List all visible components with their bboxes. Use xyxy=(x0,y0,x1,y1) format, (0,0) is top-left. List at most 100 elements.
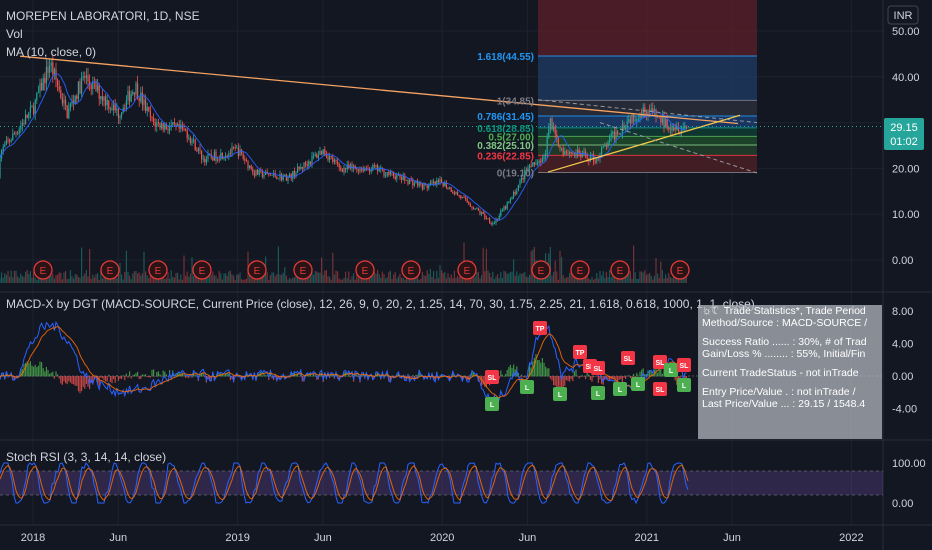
time-tick: Jun xyxy=(314,532,332,544)
candle-body xyxy=(413,183,415,186)
candle-body xyxy=(473,207,475,210)
candle-body xyxy=(543,156,545,160)
candle-body xyxy=(58,86,60,90)
candle-body xyxy=(554,126,556,135)
volume-bar xyxy=(0,277,1,283)
volume-bar xyxy=(268,279,270,283)
volume-bar xyxy=(28,274,30,283)
candle-body xyxy=(317,154,319,158)
volume-bar xyxy=(101,278,103,283)
volume-bar xyxy=(18,277,20,283)
candle-body xyxy=(330,156,332,157)
volume-bar xyxy=(343,277,345,283)
volume-bar xyxy=(425,275,427,283)
candle-body xyxy=(410,179,412,181)
volume-bar xyxy=(671,278,673,283)
candle-body xyxy=(97,85,99,91)
candle-body xyxy=(204,158,206,163)
candle-body xyxy=(500,210,502,217)
candle-body xyxy=(69,103,71,109)
volume-bar xyxy=(66,279,68,283)
volume-bar xyxy=(482,247,484,283)
candle-body xyxy=(329,156,331,160)
ma-label[interactable]: MA (10, close, 0) xyxy=(6,45,96,59)
candle-body xyxy=(37,92,39,94)
candle-body xyxy=(129,90,131,102)
candle-body xyxy=(509,199,511,202)
price-tick: 50.00 xyxy=(892,26,920,38)
stoch-title[interactable]: Stoch RSI (3, 3, 14, 14, close) xyxy=(6,450,166,464)
candle-body xyxy=(36,92,38,101)
volume-bar xyxy=(241,279,243,283)
candle-body xyxy=(239,149,241,156)
candle-body xyxy=(388,172,390,175)
volume-bar xyxy=(217,278,219,283)
macd-histogram-bar xyxy=(591,376,593,382)
volume-bar xyxy=(468,279,470,283)
macd-histogram-bar xyxy=(31,365,33,377)
volume-bar xyxy=(492,271,494,283)
candle-body xyxy=(57,79,59,87)
volume-label[interactable]: Vol xyxy=(6,27,23,41)
volume-bar xyxy=(325,270,327,283)
volume-bar xyxy=(653,275,655,283)
volume-bar xyxy=(650,275,652,283)
volume-bar xyxy=(245,278,247,283)
volume-bar xyxy=(449,277,451,283)
candle-body xyxy=(220,152,222,160)
signal-marker-label: L xyxy=(618,387,623,394)
candle-body xyxy=(5,140,7,145)
chart-canvas[interactable]: 1.618(44.55)1(34.85)0.786(31.45)0.618(28… xyxy=(0,0,932,550)
volume-bar xyxy=(529,274,531,283)
symbol-title[interactable]: MOREPEN LABORATORI, 1D, NSE xyxy=(6,9,200,23)
volume-bar xyxy=(634,272,636,283)
volume-bar xyxy=(559,250,561,283)
volume-bar xyxy=(476,272,478,283)
candle-body xyxy=(61,97,63,104)
volume-bar xyxy=(178,279,180,283)
candle-body xyxy=(396,175,398,180)
macd-title[interactable]: MACD-X by DGT (MACD-SOURCE, Current Pric… xyxy=(6,297,755,311)
candle-body xyxy=(604,144,606,147)
macd-histogram-bar xyxy=(154,376,156,377)
volume-bar xyxy=(452,278,454,283)
volume-bar xyxy=(495,276,497,283)
volume-bar xyxy=(69,270,71,283)
volume-bar xyxy=(89,249,91,283)
macd-histogram-bar xyxy=(63,376,65,382)
macd-histogram-bar xyxy=(105,376,107,382)
volume-bar xyxy=(285,275,287,283)
volume-bar xyxy=(330,279,332,283)
price-tick: 20.00 xyxy=(892,163,920,175)
volume-bar xyxy=(215,275,217,283)
volume-bar xyxy=(485,248,487,283)
fib-zone xyxy=(538,127,757,137)
volume-bar xyxy=(93,277,95,283)
candle-body xyxy=(226,155,228,157)
candle-body xyxy=(141,92,143,105)
volume-bar xyxy=(145,271,147,283)
candle-body xyxy=(460,195,462,199)
candle-body xyxy=(114,104,116,111)
volume-bar xyxy=(474,276,476,283)
candle-body xyxy=(298,166,300,169)
volume-bar xyxy=(329,276,331,283)
volume-bar xyxy=(641,271,643,283)
macd-histogram-bar xyxy=(541,357,543,377)
candle-body xyxy=(485,218,487,220)
candle-body xyxy=(81,77,83,94)
volume-bar xyxy=(594,278,596,283)
volume-bar xyxy=(599,271,601,283)
volume-bar xyxy=(527,277,529,283)
volume-bar xyxy=(314,271,316,283)
candle-body xyxy=(644,107,646,113)
candle-body xyxy=(538,161,540,163)
volume-bar xyxy=(276,274,278,283)
volume-bar xyxy=(345,271,347,283)
candle-body xyxy=(109,108,111,110)
candle-body xyxy=(188,137,190,139)
volume-bar xyxy=(549,246,551,283)
candle-body xyxy=(197,148,199,152)
candle-body xyxy=(125,100,127,109)
candle-body xyxy=(12,133,14,141)
